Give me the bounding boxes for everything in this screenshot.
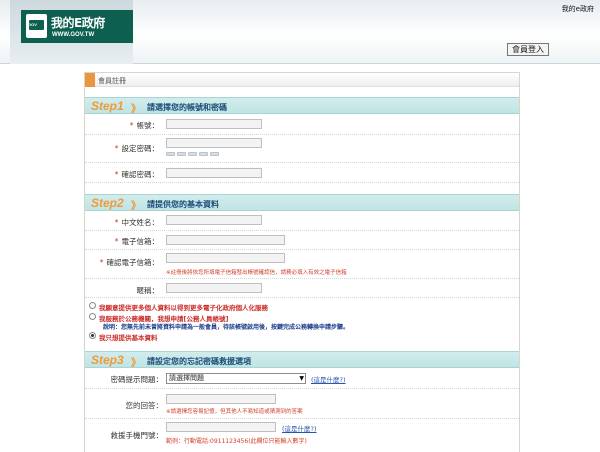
confirm-email-row: * 確認電子信箱： ※註冊後將依您所填電子信箱發出帳號確認信，請務必填入有效之電子… xyxy=(85,250,519,279)
chinese-name-label: * 中文姓名： xyxy=(114,218,159,227)
panel-tab-marker xyxy=(85,73,95,87)
email-label: * 電子信箱： xyxy=(114,237,159,246)
step1-header: Step1 》 請選擇您的帳號和密碼 xyxy=(85,97,519,115)
member-login-button[interactable]: 會員登入 xyxy=(507,43,549,56)
nickname-label: 暱稱： xyxy=(136,286,160,295)
radio-more-data[interactable] xyxy=(89,302,96,309)
logo-mark-text: GOV xyxy=(28,22,37,27)
question-label: 密碼提示問題： xyxy=(110,375,164,384)
chinese-name-input[interactable] xyxy=(166,215,262,225)
confirm-password-row: * 確認密碼： xyxy=(85,163,519,183)
site-logo[interactable]: GOV 我的E政府 WWW.GOV.TW xyxy=(21,10,133,43)
password-strength-meter xyxy=(166,152,219,156)
site-header: GOV 我的E政府 WWW.GOV.TW 我的e政府 會員登入 xyxy=(0,0,600,64)
step3-header: Step3 》 請設定您的忘記密碼救援選項 xyxy=(85,351,519,369)
account-label: * 帳號： xyxy=(129,121,159,130)
step1-title: 請選擇您的帳號和密碼 xyxy=(147,103,227,112)
radio-civil-servant[interactable] xyxy=(89,313,96,320)
phone-label: 救援手機門號： xyxy=(110,431,164,440)
question-select[interactable]: 請選擇問題 ▼ xyxy=(166,373,306,384)
confirm-password-input[interactable] xyxy=(166,168,262,178)
step2-header: Step2 》 請提供您的基本資料 xyxy=(85,194,519,212)
phone-row: 救援手機門號： (這是什麼?) 範例：行動電話:0911123456(此欄位只能… xyxy=(85,419,519,449)
phone-input[interactable] xyxy=(166,422,276,432)
step3-number: Step3 xyxy=(91,353,124,367)
option-more-data-label: 我願意提供更多個人資料以得到更多電子化政府個人化服務 xyxy=(99,304,268,312)
step1-arrow-icon: 》 xyxy=(131,104,141,115)
option-basic-only-label: 我只想提供基本資料 xyxy=(99,334,158,342)
radio-basic-only[interactable] xyxy=(89,332,96,339)
logo-title: 我的E政府 xyxy=(51,16,105,30)
step2-title: 請提供您的基本資料 xyxy=(147,200,219,209)
account-row: * 帳號： xyxy=(85,115,519,135)
nickname-row: 暱稱： xyxy=(85,279,519,298)
email-input[interactable] xyxy=(166,235,285,245)
phone-help-link[interactable]: (這是什麼?) xyxy=(282,423,317,433)
nickname-input[interactable] xyxy=(166,283,262,293)
step2-arrow-icon: 》 xyxy=(131,201,141,212)
phone-example: 範例：行動電話:0911123456(此欄位只能輸入數字) xyxy=(166,438,307,445)
logo-url: WWW.GOV.TW xyxy=(52,32,95,38)
password-label: * 設定密碼： xyxy=(114,144,159,153)
confirm-email-input[interactable] xyxy=(166,253,285,263)
dropdown-arrow-icon: ▼ xyxy=(299,375,304,382)
email-row: * 電子信箱： xyxy=(85,231,519,250)
my-egov-link[interactable]: 我的e政府 xyxy=(562,4,594,14)
answer-input[interactable] xyxy=(166,394,276,404)
registration-panel: 會員註冊 Step1 》 請選擇您的帳號和密碼 * 帳號： * 設定密碼： * 確認密… xyxy=(84,72,520,452)
email-note: ※註冊後將依您所填電子信箱發出帳號確認信，請務必填入有效之電子信箱 xyxy=(166,270,347,276)
answer-note: ※請選擇您容易記憶，但其他人不易知道或猜測到的答案 xyxy=(166,409,303,415)
panel-title: 會員註冊 xyxy=(98,77,126,85)
step3-arrow-icon: 》 xyxy=(131,358,141,369)
step3-title: 請設定您的忘記密碼救援選項 xyxy=(147,357,251,366)
option-more-data[interactable]: 我願意提供更多個人資料以得到更多電子化政府個人化服務 xyxy=(89,302,268,312)
password-input[interactable] xyxy=(166,138,262,148)
question-help-link[interactable]: (這是什麼?) xyxy=(311,374,346,384)
question-row: 密碼提示問題： 請選擇問題 ▼ (這是什麼?) xyxy=(85,369,519,389)
option-basic-only[interactable]: 我只想提供基本資料 xyxy=(89,332,158,342)
confirm-password-label: * 確認密碼： xyxy=(114,170,159,179)
civil-servant-note: 說明：您無先前未曾將資料申請為一般會員，待該帳號啟用後，按鍵完成公務轉換申請步驟… xyxy=(103,324,350,331)
account-input[interactable] xyxy=(166,119,262,129)
step1-number: Step1 xyxy=(91,99,124,113)
answer-row: 您的回答： ※請選擇您容易記憶，但其他人不易知道或猜測到的答案 xyxy=(85,389,519,419)
chinese-name-row: * 中文姓名： xyxy=(85,212,519,231)
answer-label: 您的回答： xyxy=(125,401,164,410)
password-row: * 設定密碼： xyxy=(85,135,519,163)
step2-number: Step2 xyxy=(91,196,124,210)
panel-title-bar: 會員註冊 xyxy=(85,73,519,87)
confirm-email-label: * 確認電子信箱： xyxy=(99,258,159,267)
